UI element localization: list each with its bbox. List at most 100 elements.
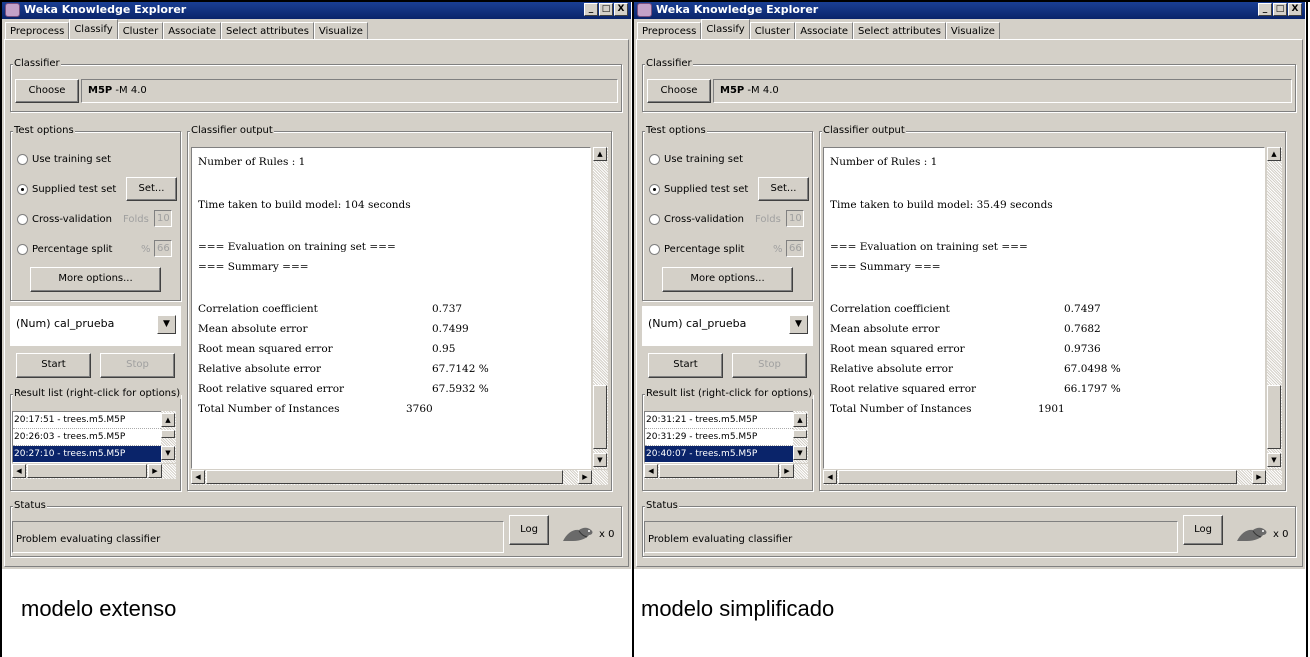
- percentage-split-radio[interactable]: Percentage split: [649, 244, 744, 255]
- supplied-test-set-radio[interactable]: Supplied test set: [17, 184, 116, 195]
- scroll-right-icon[interactable]: ▶: [1252, 470, 1266, 484]
- scroll-thumb[interactable]: [793, 430, 807, 438]
- supplied-test-set-radio[interactable]: Supplied test set: [649, 184, 748, 195]
- output-vscroll[interactable]: ▲ ▼: [1267, 147, 1282, 469]
- output-vscroll[interactable]: ▲ ▼: [593, 147, 608, 469]
- result-list-vscroll[interactable]: ▲ ▼: [793, 411, 808, 463]
- window-titlebar[interactable]: Weka Knowledge Explorer _ □ X: [2, 2, 631, 19]
- use-training-set-radio[interactable]: Use training set: [649, 154, 743, 165]
- minimize-button[interactable]: _: [584, 3, 598, 16]
- scroll-down-icon[interactable]: ▼: [1267, 453, 1281, 467]
- minimize-button[interactable]: _: [1258, 3, 1272, 16]
- radio-button-icon: [649, 154, 660, 165]
- close-button[interactable]: X: [1288, 3, 1302, 16]
- more-options-button[interactable]: More options...: [30, 267, 161, 292]
- stop-button[interactable]: Stop: [732, 353, 807, 378]
- tab-select-attributes[interactable]: Select attributes: [853, 22, 946, 40]
- folds-input[interactable]: 10: [154, 210, 172, 227]
- percentage-split-radio[interactable]: Percentage split: [17, 244, 112, 255]
- scroll-left-icon[interactable]: ◀: [191, 470, 205, 484]
- result-list-item[interactable]: 20:31:21 - trees.m5.M5P: [645, 412, 799, 429]
- scroll-thumb[interactable]: [27, 464, 147, 478]
- more-options-button[interactable]: More options...: [662, 267, 793, 292]
- window-titlebar[interactable]: Weka Knowledge Explorer _ □ X: [634, 2, 1305, 19]
- set-test-set-button[interactable]: Set...: [126, 177, 177, 201]
- scroll-down-icon[interactable]: ▼: [793, 446, 807, 460]
- scroll-up-icon[interactable]: ▲: [161, 413, 175, 427]
- result-list-vscroll[interactable]: ▲ ▼: [161, 411, 176, 463]
- tab-associate[interactable]: Associate: [163, 22, 222, 40]
- scroll-thumb[interactable]: [161, 430, 175, 438]
- supplied-test-set-label: Supplied test set: [32, 184, 117, 195]
- maximize-button[interactable]: □: [599, 3, 613, 16]
- scroll-up-icon[interactable]: ▲: [1267, 147, 1281, 161]
- dropdown-arrow-icon[interactable]: ▼: [157, 315, 176, 334]
- tab-visualize[interactable]: Visualize: [313, 22, 368, 40]
- result-list-item-selected[interactable]: 20:40:07 - trees.m5.M5P: [645, 446, 799, 462]
- folds-input[interactable]: 10: [786, 210, 804, 227]
- result-list-hscroll[interactable]: ◀ ▶: [12, 464, 176, 479]
- percent-input[interactable]: 66: [786, 240, 804, 257]
- weka-bird-icon[interactable]: [561, 525, 595, 545]
- scroll-up-icon[interactable]: ▲: [593, 147, 607, 161]
- set-test-set-button[interactable]: Set...: [758, 177, 809, 201]
- result-list-item[interactable]: 20:26:03 - trees.m5.M5P: [13, 429, 167, 446]
- scroll-right-icon[interactable]: ▶: [578, 470, 592, 484]
- weka-bird-icon[interactable]: [1235, 525, 1269, 545]
- radio-button-checked-icon: [17, 184, 28, 195]
- start-button[interactable]: Start: [16, 353, 91, 378]
- scroll-thumb[interactable]: [838, 470, 1237, 484]
- scroll-down-icon[interactable]: ▼: [161, 446, 175, 460]
- output-hscroll[interactable]: ◀ ▶: [823, 470, 1282, 485]
- result-list-hscroll[interactable]: ◀ ▶: [644, 464, 808, 479]
- stop-button[interactable]: Stop: [100, 353, 175, 378]
- log-button[interactable]: Log: [1183, 515, 1223, 545]
- tab-preprocess[interactable]: Preprocess: [5, 22, 70, 40]
- cross-validation-radio[interactable]: Cross-validation: [17, 214, 112, 225]
- scroll-right-icon[interactable]: ▶: [780, 464, 794, 478]
- maximize-button[interactable]: □: [1273, 3, 1287, 16]
- scroll-left-icon[interactable]: ◀: [12, 464, 26, 478]
- result-list-item[interactable]: 20:31:29 - trees.m5.M5P: [645, 429, 799, 446]
- cross-validation-radio[interactable]: Cross-validation: [649, 214, 744, 225]
- scroll-thumb[interactable]: [206, 470, 563, 484]
- scroll-up-icon[interactable]: ▲: [793, 413, 807, 427]
- start-button[interactable]: Start: [648, 353, 723, 378]
- log-button[interactable]: Log: [509, 515, 549, 545]
- target-attribute-select[interactable]: (Num) cal_prueba ▼: [642, 306, 813, 346]
- classifier-output-text[interactable]: Number of Rules : 1 Time taken to build …: [191, 147, 591, 469]
- tab-select-attributes[interactable]: Select attributes: [221, 22, 314, 40]
- tab-associate[interactable]: Associate: [795, 22, 854, 40]
- target-attribute-select[interactable]: (Num) cal_prueba ▼: [10, 306, 181, 346]
- tab-cluster[interactable]: Cluster: [117, 22, 164, 40]
- scroll-down-icon[interactable]: ▼: [593, 453, 607, 467]
- percent-input[interactable]: 66: [154, 240, 172, 257]
- tab-classify[interactable]: Classify: [69, 19, 118, 39]
- tab-classify[interactable]: Classify: [701, 19, 750, 39]
- choose-button[interactable]: Choose: [647, 79, 711, 103]
- cross-validation-label: Cross-validation: [32, 214, 112, 225]
- scroll-thumb[interactable]: [659, 464, 779, 478]
- cross-validation-label: Cross-validation: [664, 214, 744, 225]
- classifier-config-field[interactable]: M5P -M 4.0: [713, 79, 1292, 103]
- classifier-output-text[interactable]: Number of Rules : 1 Time taken to build …: [823, 147, 1265, 469]
- choose-button[interactable]: Choose: [15, 79, 79, 103]
- scroll-left-icon[interactable]: ◀: [823, 470, 837, 484]
- scroll-left-icon[interactable]: ◀: [644, 464, 658, 478]
- tab-visualize[interactable]: Visualize: [945, 22, 1000, 40]
- close-button[interactable]: X: [614, 3, 628, 16]
- classifier-config-field[interactable]: M5P -M 4.0: [81, 79, 618, 103]
- output-hscroll[interactable]: ◀ ▶: [191, 470, 608, 485]
- scroll-right-icon[interactable]: ▶: [148, 464, 162, 478]
- window-title: Weka Knowledge Explorer: [656, 3, 819, 16]
- dropdown-arrow-icon[interactable]: ▼: [789, 315, 808, 334]
- scroll-thumb[interactable]: [1267, 385, 1281, 449]
- metric-value-corr: 0.737: [432, 303, 463, 315]
- tab-preprocess[interactable]: Preprocess: [637, 22, 702, 40]
- use-training-set-radio[interactable]: Use training set: [17, 154, 111, 165]
- classifier-group: Classifier Choose M5P -M 4.0: [642, 58, 1296, 112]
- scroll-thumb[interactable]: [593, 385, 607, 449]
- tab-cluster[interactable]: Cluster: [749, 22, 796, 40]
- result-list-item[interactable]: 20:17:51 - trees.m5.M5P: [13, 412, 167, 429]
- result-list-item-selected[interactable]: 20:27:10 - trees.m5.M5P: [13, 446, 167, 462]
